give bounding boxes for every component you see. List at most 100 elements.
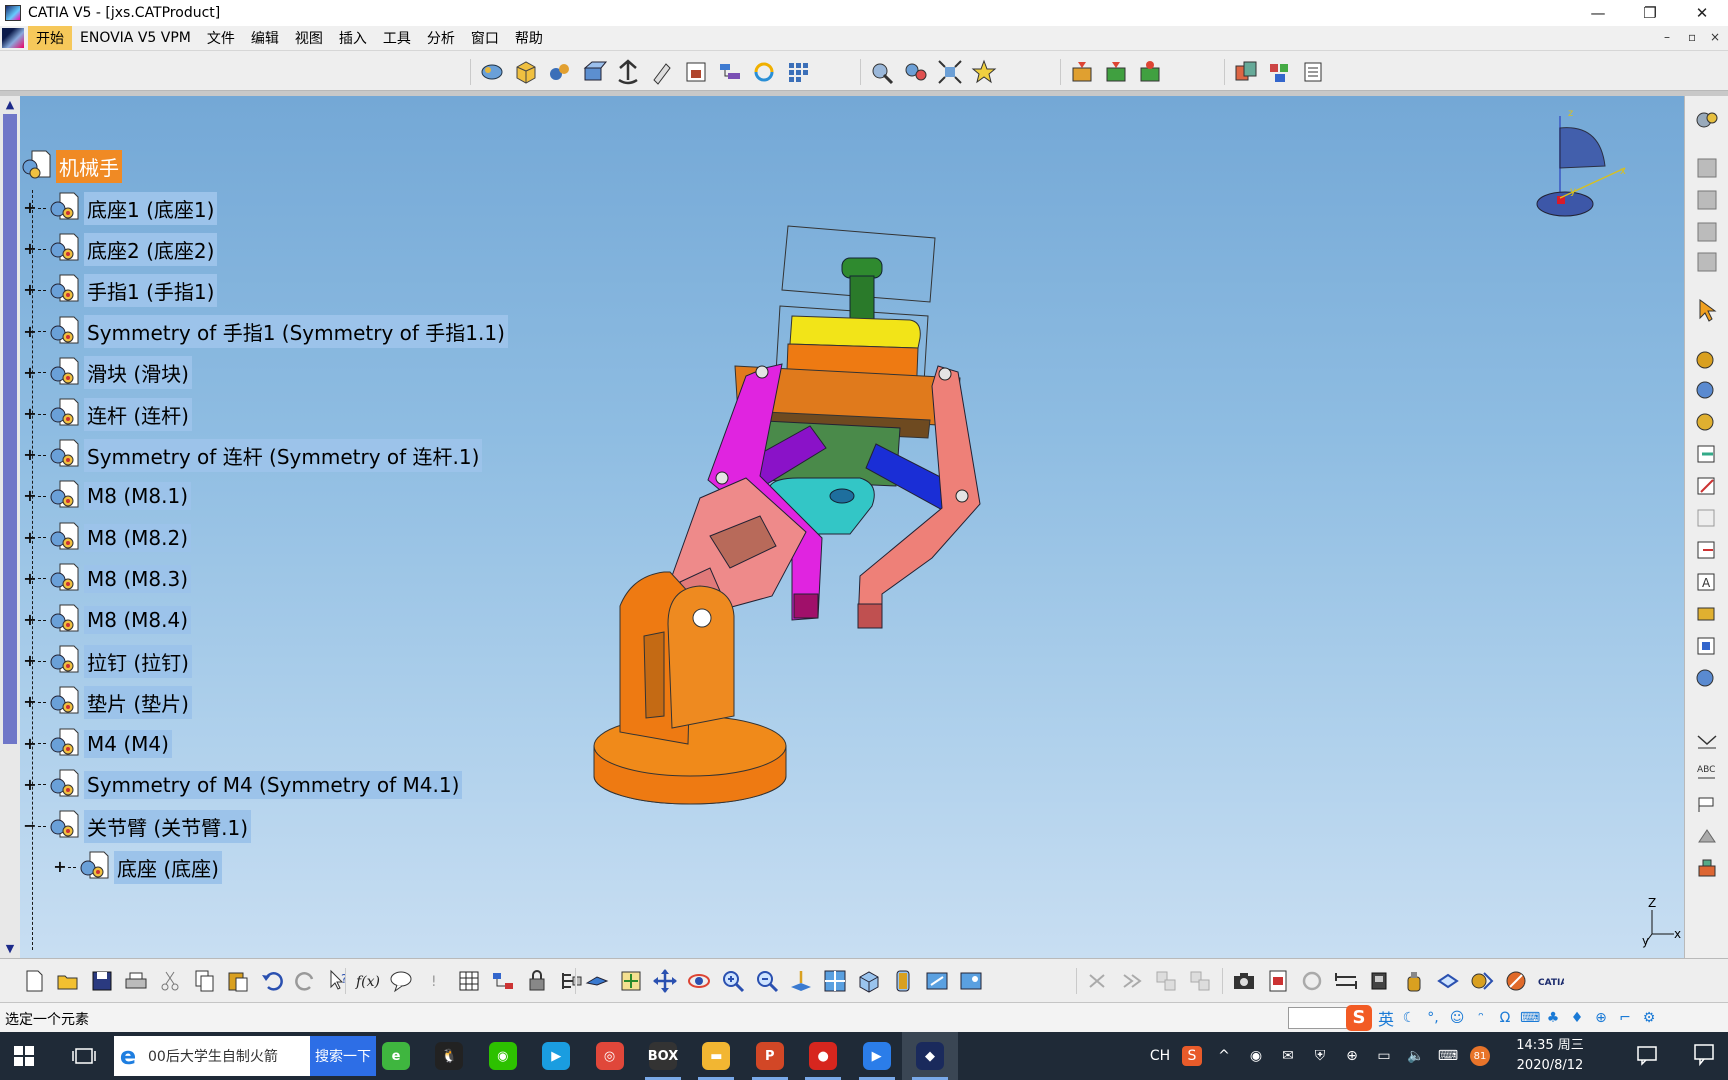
catalog-icon[interactable]: [489, 967, 517, 995]
expand-toggle-icon[interactable]: +: [22, 364, 38, 381]
windows-start-icon[interactable]: [14, 1046, 34, 1066]
drawing-doc-icon[interactable]: [1693, 218, 1721, 246]
ime-tools-icon[interactable]: ⊕: [1592, 1009, 1610, 1027]
expand-toggle-icon[interactable]: +: [22, 200, 38, 216]
expand-toggle-icon[interactable]: +: [22, 612, 38, 628]
contact-constraint-icon[interactable]: [1102, 58, 1130, 86]
tray-plus-icon[interactable]: ⊕: [1342, 1046, 1362, 1066]
tree-expand-disabled-icon[interactable]: [1152, 967, 1180, 995]
expand-toggle-icon[interactable]: +: [22, 406, 38, 422]
rotate-icon[interactable]: [685, 967, 713, 995]
file-explorer-taskbar-button[interactable]: ▬: [688, 1032, 744, 1080]
tree-node-label[interactable]: M8 (M8.2): [84, 523, 192, 552]
zoom-in-icon[interactable]: [719, 967, 747, 995]
wechat-taskbar-button[interactable]: ◉: [475, 1032, 531, 1080]
explode-icon[interactable]: [936, 58, 964, 86]
zoom-out-icon[interactable]: [753, 967, 781, 995]
catalog-browser-icon[interactable]: [1266, 58, 1294, 86]
expand-toggle-icon[interactable]: +: [22, 570, 38, 587]
paste-icon[interactable]: [224, 967, 252, 995]
tree-node[interactable]: + 垫片 (垫片): [22, 682, 192, 722]
fit-all-icon[interactable]: [617, 967, 645, 995]
hide-show-icon[interactable]: [923, 967, 951, 995]
scene-icon[interactable]: [1693, 504, 1721, 532]
tree-node[interactable]: + Symmetry of 手指1 (Symmetry of 手指1.1): [22, 312, 508, 352]
lock-icon[interactable]: [523, 967, 551, 995]
notification-icon[interactable]: [1692, 1042, 1716, 1068]
command-input[interactable]: [1288, 1007, 1348, 1029]
doc-minimize-button[interactable]: –: [1664, 30, 1670, 44]
360-browser-taskbar-button[interactable]: e: [368, 1032, 424, 1080]
expand-toggle-icon[interactable]: +: [22, 735, 38, 752]
tree-node-label[interactable]: 拉钉 (拉钉): [84, 644, 192, 678]
tree-node[interactable]: + M8 (M8.2): [22, 518, 192, 558]
measure-icon[interactable]: [1693, 472, 1721, 500]
product-doc-icon[interactable]: [1693, 154, 1721, 182]
video-app-taskbar-button[interactable]: ▶: [849, 1032, 905, 1080]
publication-icon[interactable]: [1693, 632, 1721, 660]
expand-toggle-icon[interactable]: +: [22, 241, 38, 257]
3d-viewport[interactable]: 机械手 + 底座1 (底座1) + 底座2 (底座2) + 手指1 (手指1) + Symme…: [20, 96, 1684, 958]
multi-instantiation-icon[interactable]: [784, 58, 812, 86]
new-part-icon[interactable]: [546, 58, 574, 86]
tray-recorder-icon[interactable]: ◉: [1246, 1046, 1266, 1066]
selective-load-icon[interactable]: [716, 58, 744, 86]
tray-badge-icon[interactable]: 81: [1470, 1046, 1490, 1066]
qq-taskbar-button[interactable]: 🐧: [421, 1032, 477, 1080]
multi-view-icon[interactable]: [821, 967, 849, 995]
tree-node-label[interactable]: 手指1 (手指1): [84, 273, 218, 307]
tray-volume-icon[interactable]: 🔈: [1406, 1046, 1426, 1066]
scroll-down-icon[interactable]: ▼: [3, 942, 17, 956]
tree-node[interactable]: + Symmetry of 连杆 (Symmetry of 连杆.1): [22, 435, 483, 475]
expand-toggle-icon[interactable]: +: [22, 529, 38, 546]
tree-root[interactable]: 机械手: [20, 146, 122, 186]
ime-crop-icon[interactable]: ⌐: [1616, 1009, 1634, 1027]
tree-node-label[interactable]: M8 (M8.1): [84, 482, 192, 511]
menu-help[interactable]: 帮助: [507, 26, 551, 50]
cut-icon[interactable]: [156, 967, 184, 995]
compass-icon[interactable]: x z y: [1530, 106, 1640, 226]
abc-text-icon[interactable]: ABC: [1693, 758, 1721, 786]
ime-settings-icon[interactable]: ⚙: [1640, 1009, 1658, 1027]
menu-analysis[interactable]: 分析: [419, 26, 463, 50]
tray-chevron-up-icon[interactable]: ^: [1214, 1046, 1234, 1066]
catia-app-taskbar-button[interactable]: ◆: [902, 1032, 958, 1080]
ime-punctuation-icon[interactable]: °,: [1424, 1009, 1442, 1027]
normal-view-icon[interactable]: [787, 967, 815, 995]
snap-icon[interactable]: [902, 58, 930, 86]
assembly-workbench-icon[interactable]: [1693, 106, 1721, 134]
tree-node-label[interactable]: 垫片 (垫片): [84, 685, 192, 719]
taskbar-clock[interactable]: 14:35 周三 2020/8/12: [1510, 1036, 1590, 1076]
analysis-doc-icon[interactable]: [1693, 248, 1721, 276]
render-icon[interactable]: [1468, 967, 1496, 995]
save-icon[interactable]: [88, 967, 116, 995]
tree-node-label[interactable]: 滑块 (滑块): [84, 356, 192, 390]
undo-icon[interactable]: [258, 967, 286, 995]
menu-edit[interactable]: 编辑: [243, 26, 287, 50]
tree-node[interactable]: + 连杆 (连杆): [22, 394, 192, 434]
swap-visible-space-icon[interactable]: [957, 967, 985, 995]
measure-between-icon[interactable]: [1332, 967, 1360, 995]
expand-toggle-icon[interactable]: +: [22, 776, 38, 793]
minimize-button[interactable]: —: [1572, 0, 1624, 26]
menu-tools[interactable]: 工具: [375, 26, 419, 50]
refresh-disabled-icon[interactable]: [1298, 967, 1326, 995]
expand-toggle-icon[interactable]: +: [22, 694, 38, 710]
expand-toggle-icon[interactable]: +: [22, 653, 38, 669]
formula-icon[interactable]: f(x): [353, 967, 381, 995]
update-all-icon[interactable]: [1232, 58, 1260, 86]
measure-inertia-icon[interactable]: [1400, 967, 1428, 995]
tree-scrollbar[interactable]: ▲ ▼: [0, 96, 20, 958]
ime-shirt-icon[interactable]: ♦: [1568, 1009, 1586, 1027]
shading-icon[interactable]: [889, 967, 917, 995]
tree-node[interactable]: + 底座1 (底座1): [22, 188, 218, 228]
bill-of-material-icon[interactable]: [1300, 58, 1328, 86]
generate-numbering-icon[interactable]: [682, 58, 710, 86]
menu-window[interactable]: 窗口: [463, 26, 507, 50]
tree-node[interactable]: + 底座2 (底座2): [22, 229, 218, 269]
camera-icon[interactable]: [1230, 967, 1258, 995]
close-button[interactable]: ✕: [1676, 0, 1728, 26]
expand-toggle-icon[interactable]: +: [22, 282, 38, 298]
ime-omega-icon[interactable]: Ω: [1496, 1009, 1514, 1027]
weld-planner-icon[interactable]: [1693, 600, 1721, 628]
